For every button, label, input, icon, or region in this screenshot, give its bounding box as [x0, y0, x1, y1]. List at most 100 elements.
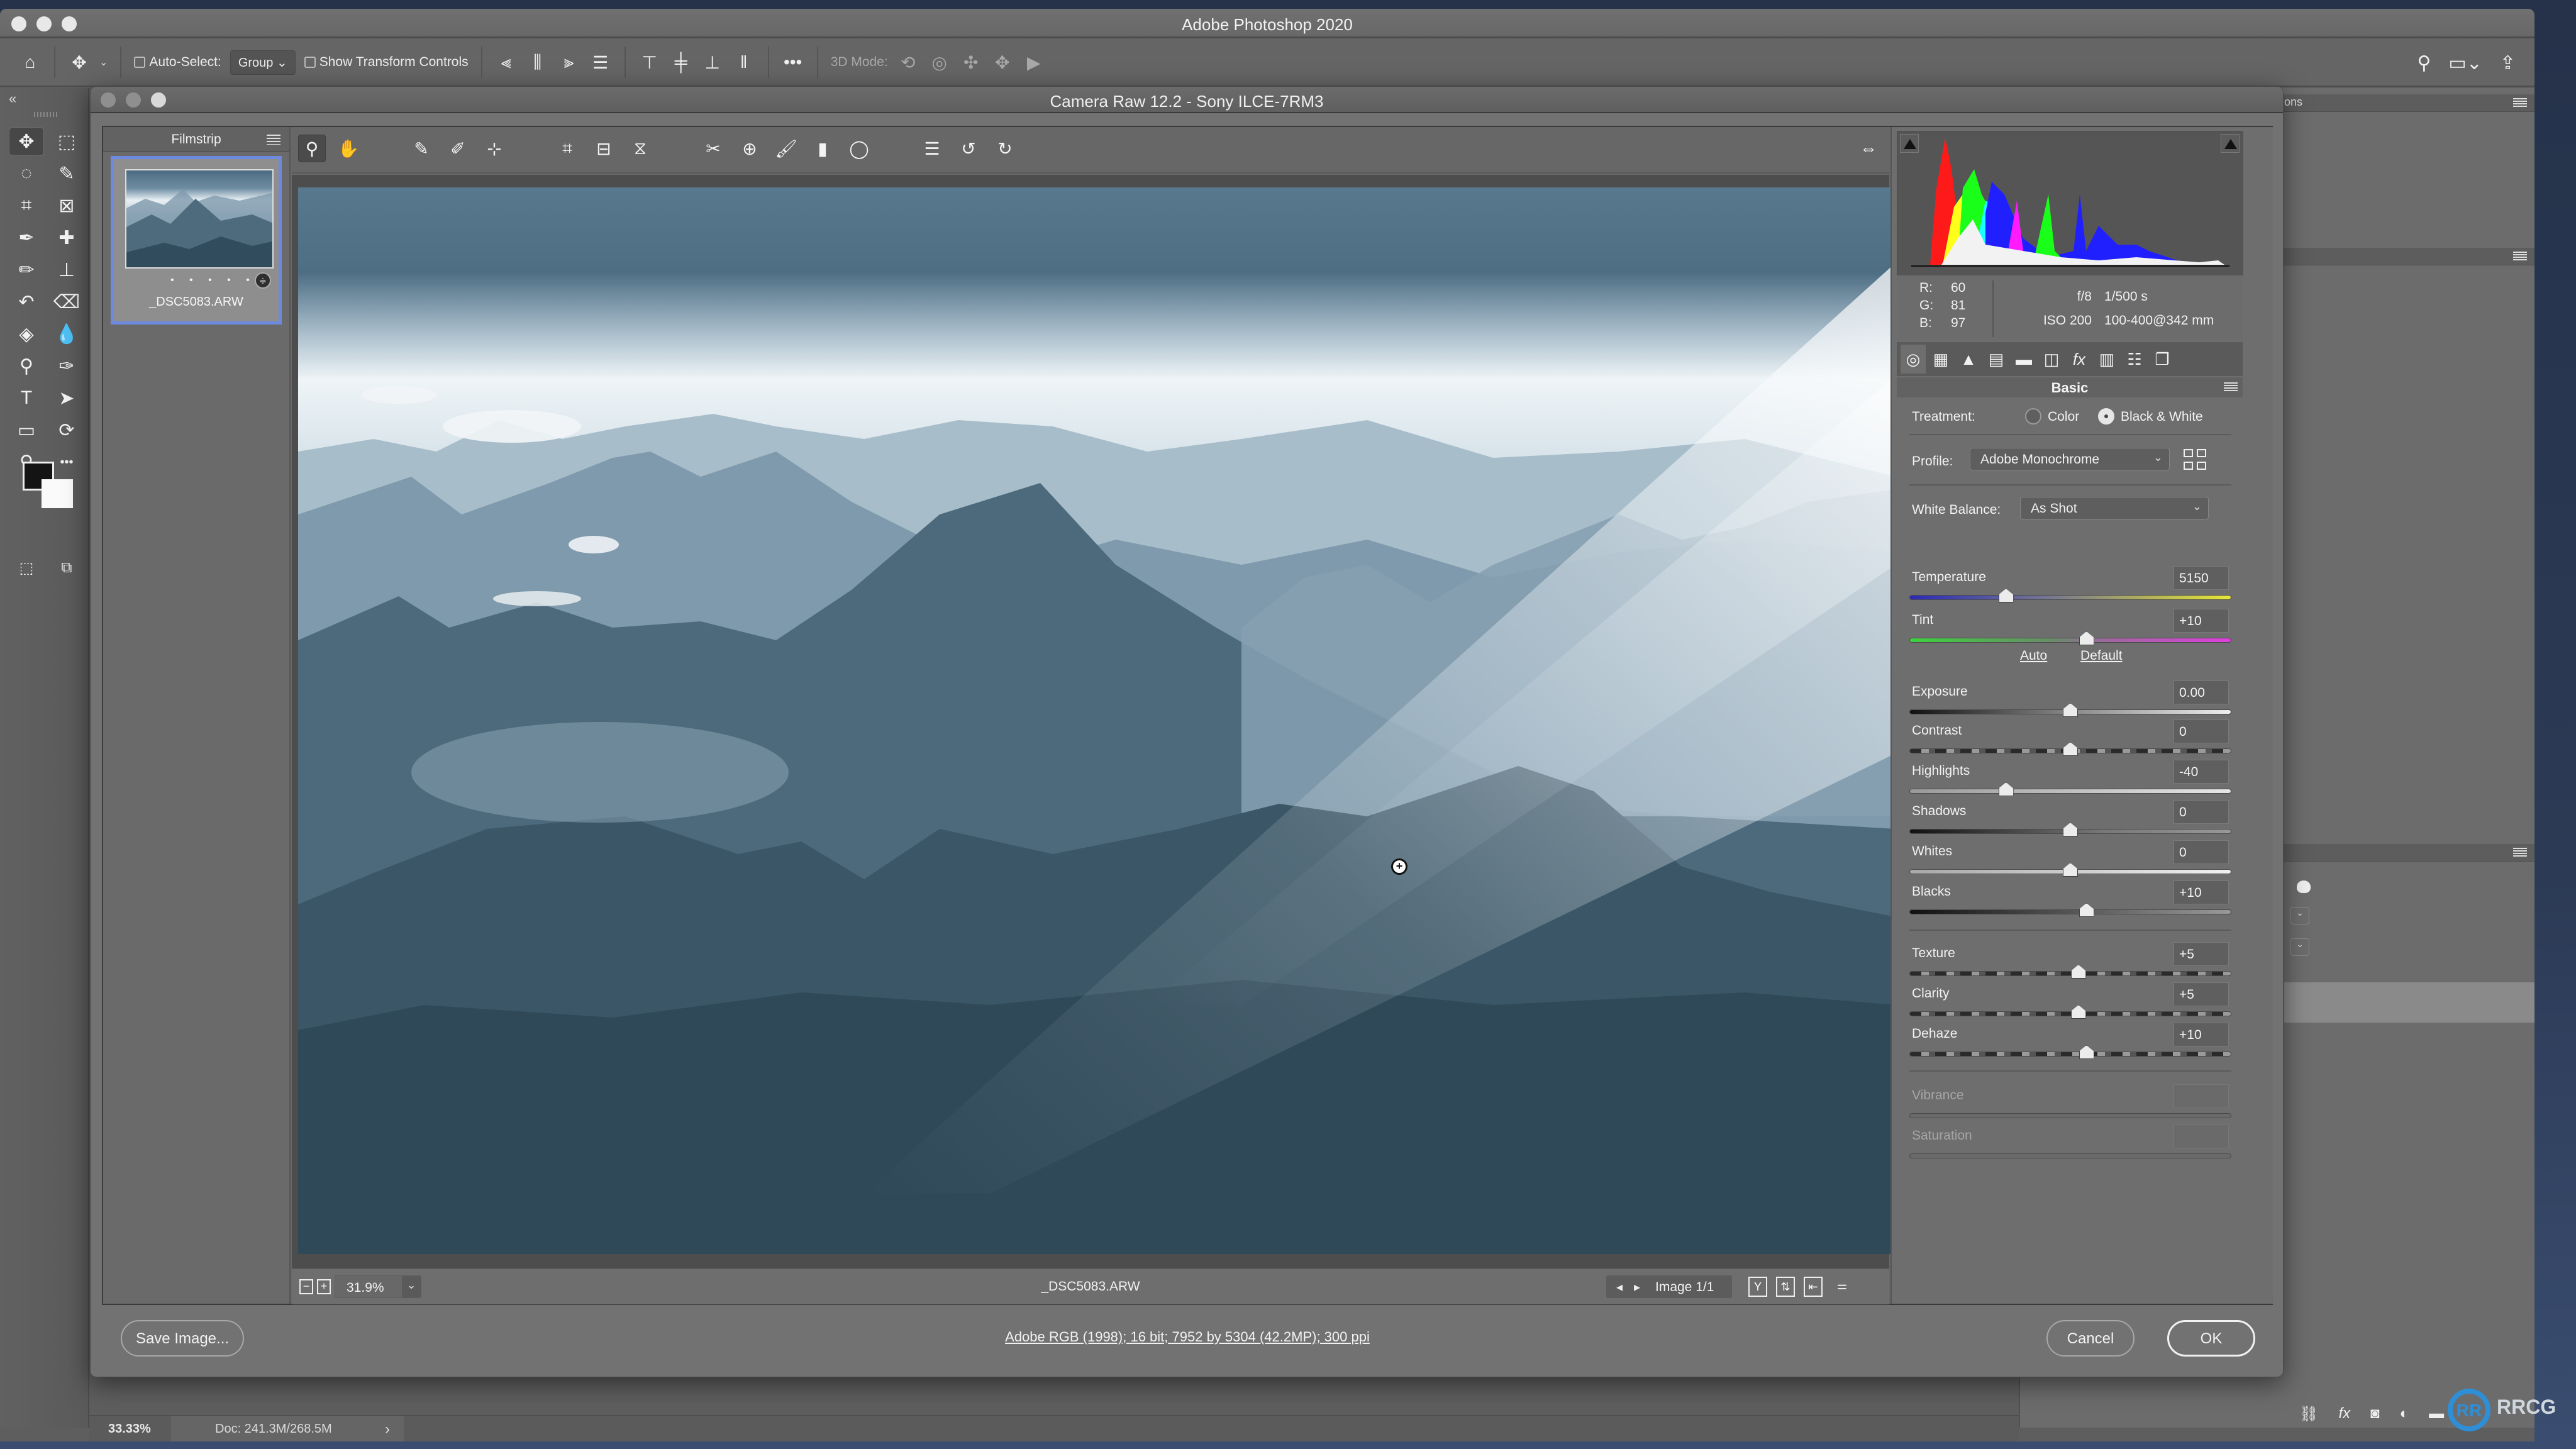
layer-row-selected[interactable] [2284, 982, 2534, 1023]
copy-settings-icon[interactable]: ⇤ [1804, 1277, 1823, 1297]
fullscreen-toggle-icon[interactable]: ⇔ [1854, 136, 1883, 161]
tint-value-field[interactable]: +10 [2174, 609, 2229, 633]
tab-detail-icon[interactable]: ▲ [1956, 345, 1981, 374]
panel-menu-icon[interactable] [2513, 848, 2527, 857]
fx-icon[interactable]: fx [2338, 1405, 2350, 1428]
screen-mode-icon[interactable]: ⧉ [49, 553, 84, 582]
align-top-icon[interactable]: ⊤ [638, 50, 661, 75]
star-rating[interactable]: • • • • • [170, 275, 256, 286]
tab-basic-icon[interactable]: ◎ [1901, 345, 1926, 374]
color-sampler-tool-icon[interactable]: ✐ [444, 135, 472, 162]
workspace-icon[interactable]: ▭⌄ [2448, 52, 2482, 74]
tint-slider-thumb[interactable] [2079, 631, 2094, 645]
adjustment-layer-icon[interactable]: ◐ [2400, 1405, 2409, 1428]
previous-image-icon[interactable]: ◂ [1616, 1279, 1623, 1295]
straighten-tool-icon[interactable]: ⊟ [590, 135, 618, 162]
treatment-bw-radio[interactable] [2098, 408, 2114, 425]
texture-slider-thumb[interactable] [2070, 965, 2086, 979]
highlight-clipping-warning-icon[interactable] [2221, 134, 2240, 153]
adjustment-brush-tool-icon[interactable]: 🖌 [772, 135, 800, 162]
panel-menu-icon[interactable] [2513, 98, 2527, 107]
3d-slide-icon[interactable]: ✥ [991, 50, 1014, 75]
3d-scale-icon[interactable]: ▶ [1023, 50, 1045, 75]
preview-preferences-icon[interactable]: ⚌ [1833, 1277, 1852, 1297]
chevron-down-icon[interactable]: ⌄ [99, 56, 108, 69]
crop-tool-icon[interactable]: ⌗ [553, 135, 581, 162]
new-group-icon[interactable]: ▬ [2429, 1405, 2444, 1428]
profile-dropdown[interactable]: Adobe Monochrome ⌄ [1970, 448, 2170, 470]
show-transform-controls-checkbox[interactable]: Show Transform Controls [304, 55, 469, 70]
move-tool-icon[interactable]: ✥ [9, 127, 44, 156]
white-balance-tool-icon[interactable]: ✎ [408, 135, 435, 162]
align-left-icon[interactable]: ⫷ [495, 50, 518, 75]
rotate-ccw-icon[interactable]: ↺ [955, 135, 982, 162]
blacks-value-field[interactable]: +10 [2174, 880, 2229, 904]
exposure-slider-thumb[interactable] [2063, 703, 2078, 717]
tab-lens-corrections-icon[interactable]: ◫ [2039, 345, 2064, 374]
highlights-slider-track[interactable] [1909, 789, 2231, 794]
image-preview[interactable]: + [298, 187, 1896, 1254]
status-zoom-level[interactable]: 33.33% [108, 1422, 151, 1436]
search-icon[interactable]: ⚲ [2417, 52, 2431, 74]
graduated-filter-tool-icon[interactable]: ▮ [809, 135, 836, 162]
tint-slider-track[interactable] [1909, 638, 2231, 643]
texture-value-field[interactable]: +5 [2174, 942, 2229, 966]
home-icon[interactable]: ⌂ [19, 50, 42, 75]
ok-button[interactable]: OK [2167, 1320, 2255, 1357]
treatment-color-label[interactable]: Color [2048, 409, 2079, 425]
tab-snapshots-icon[interactable]: ❐ [2150, 345, 2175, 374]
3d-orbit-icon[interactable]: ⟲ [897, 50, 919, 75]
dehaze-slider-track[interactable] [1909, 1052, 2231, 1057]
highlights-value-field[interactable]: -40 [2174, 760, 2229, 784]
more-tools-icon[interactable]: ••• [49, 448, 84, 477]
filmstrip-item[interactable]: • • • • • ≑ _DSC5083.ARW [111, 156, 282, 325]
exposure-value-field[interactable]: 0.00 [2174, 680, 2229, 704]
path-selection-tool-icon[interactable]: ➤ [49, 384, 84, 413]
quick-selection-tool-icon[interactable]: ✎ [49, 159, 84, 188]
quick-mask-icon[interactable]: ⬚ [9, 553, 44, 582]
blur-tool-icon[interactable]: 💧 [49, 319, 84, 348]
clone-stamp-tool-icon[interactable]: ⊥ [49, 255, 84, 284]
next-image-icon[interactable]: ▸ [1634, 1279, 1640, 1295]
shadows-value-field[interactable]: 0 [2174, 800, 2229, 824]
tab-effects-icon[interactable]: fx [2067, 345, 2092, 374]
eraser-tool-icon[interactable]: ⌫ [49, 287, 84, 316]
transform-tool-icon[interactable]: ⧖ [626, 135, 654, 162]
shadows-slider-thumb[interactable] [2063, 823, 2078, 836]
shadow-clipping-warning-icon[interactable] [1900, 134, 1919, 153]
spot-removal-tool-icon[interactable]: ✂ [699, 135, 727, 162]
before-after-view-icon[interactable]: Y [1748, 1277, 1767, 1297]
contrast-slider-thumb[interactable] [2063, 742, 2078, 756]
auto-select-checkbox[interactable]: Auto-Select: [134, 55, 221, 70]
crop-tool-icon[interactable]: ⌗ [9, 191, 44, 220]
tab-split-toning-icon[interactable]: ▬ [2011, 345, 2036, 374]
panel-grip[interactable] [34, 112, 59, 117]
targeted-adjustment-tool-icon[interactable]: ⊹ [480, 135, 508, 162]
profile-browser-icon[interactable] [2184, 449, 2207, 472]
chevron-right-icon[interactable]: › [385, 1421, 390, 1438]
distribute-horizontal-icon[interactable]: ‖ [733, 50, 755, 75]
blend-mode-chevron-icon[interactable]: ⌄ [2290, 907, 2309, 924]
frame-tool-icon[interactable]: ⊠ [49, 191, 84, 220]
preferences-icon[interactable]: ☰ [918, 135, 946, 162]
marquee-tool-icon[interactable]: ⬚ [49, 127, 84, 156]
dehaze-value-field[interactable]: +10 [2174, 1023, 2229, 1046]
whites-value-field[interactable]: 0 [2174, 840, 2229, 864]
distribute-vertical-icon[interactable]: ☰ [589, 50, 612, 75]
contrast-value-field[interactable]: 0 [2174, 719, 2229, 743]
hand-tool-icon[interactable]: ✋ [335, 135, 362, 162]
dehaze-slider-thumb[interactable] [2079, 1045, 2094, 1059]
white-balance-dropdown[interactable]: As Shot ⌄ [2020, 497, 2209, 519]
tab-calibration-icon[interactable]: ▥ [2094, 345, 2119, 374]
filmstrip-menu-icon[interactable] [267, 135, 280, 145]
align-right-icon[interactable]: ⫸ [558, 50, 580, 75]
highlights-slider-thumb[interactable] [1998, 782, 2014, 796]
share-icon[interactable]: ⇪ [2500, 52, 2516, 74]
rotate-view-tool-icon[interactable]: ⟳ [49, 416, 84, 445]
3d-pan-icon[interactable]: ✣ [960, 50, 982, 75]
auto-select-target-dropdown[interactable]: Group ⌄ [230, 50, 296, 75]
swap-before-after-icon[interactable]: ⇅ [1776, 1277, 1795, 1297]
panel-menu-icon[interactable] [2513, 252, 2527, 260]
opacity-chevron-icon[interactable]: ⌄ [2290, 938, 2309, 956]
cancel-button[interactable]: Cancel [2046, 1320, 2135, 1357]
